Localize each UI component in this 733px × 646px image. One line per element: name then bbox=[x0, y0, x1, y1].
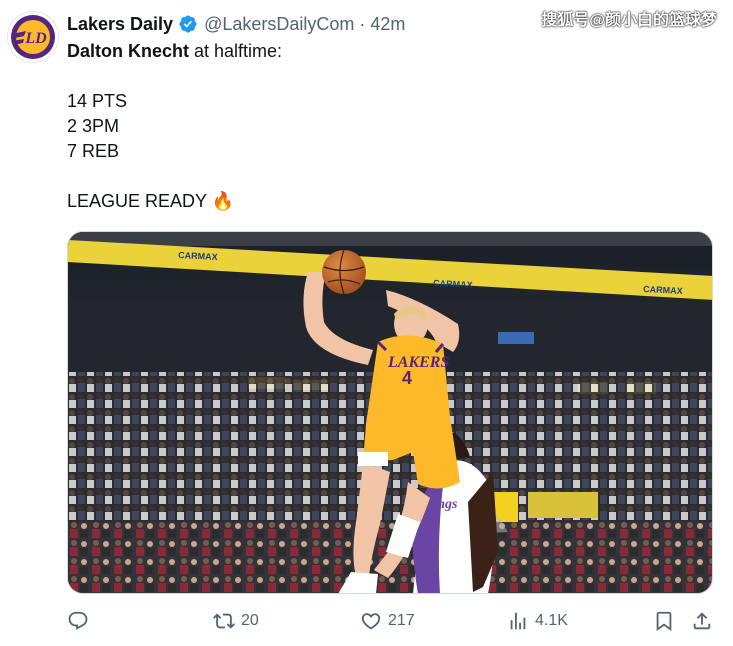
stat-line: 14 PTS bbox=[67, 91, 128, 111]
lakers-daily-logo: LD bbox=[11, 15, 55, 59]
retweet-button[interactable]: 20 bbox=[213, 606, 259, 636]
reply-button[interactable] bbox=[67, 606, 95, 636]
svg-text:LD: LD bbox=[24, 30, 47, 47]
tweet-header: Lakers Daily @LakersDailyCom · 42m bbox=[67, 12, 405, 36]
share-icon bbox=[693, 612, 711, 630]
verified-badge-icon[interactable] bbox=[178, 14, 198, 34]
banner-brand: CARMAX bbox=[643, 284, 683, 296]
banner-brand: CARMAX bbox=[178, 250, 218, 262]
stat-line: 7 REB bbox=[67, 141, 120, 161]
avatar[interactable]: LD bbox=[8, 12, 58, 62]
like-count: 217 bbox=[388, 612, 415, 629]
game-photo: CARMAX CARMAX CARMAX Kings LAKERS 4 bbox=[68, 232, 712, 593]
bookmark-icon bbox=[656, 611, 672, 632]
analytics-icon bbox=[510, 612, 526, 630]
intro-rest: at halftime: bbox=[189, 41, 283, 61]
view-count: 4.1K bbox=[535, 612, 568, 629]
tweet-text: Dalton Knecht at halftime: 14 PTS 2 3PM … bbox=[67, 39, 667, 214]
player-name: Dalton Knecht bbox=[67, 41, 190, 61]
action-bar: 20 217 4.1K bbox=[67, 606, 713, 636]
jersey-number-text: 4 bbox=[402, 368, 412, 388]
retweet-count: 20 bbox=[241, 612, 259, 629]
closing-line: LEAGUE READY 🔥 bbox=[67, 191, 235, 211]
timestamp[interactable]: 42m bbox=[370, 14, 405, 35]
line-break bbox=[67, 64, 667, 89]
jersey-team-text: LAKERS bbox=[387, 354, 449, 371]
reply-icon bbox=[68, 611, 88, 630]
heart-icon bbox=[361, 613, 381, 630]
views-button[interactable]: 4.1K bbox=[507, 606, 568, 636]
stat-line: 2 3PM bbox=[67, 116, 120, 136]
tweet-intro: Dalton Knecht at halftime: bbox=[67, 39, 667, 64]
banner-brand: CARMAX bbox=[433, 278, 473, 290]
bookmark-button[interactable] bbox=[653, 606, 675, 636]
share-button[interactable] bbox=[691, 606, 713, 636]
tweet-photo[interactable]: CARMAX CARMAX CARMAX Kings LAKERS 4 bbox=[67, 231, 713, 594]
retweet-icon bbox=[213, 613, 235, 629]
author-name[interactable]: Lakers Daily bbox=[67, 14, 173, 35]
like-button[interactable]: 217 bbox=[360, 606, 415, 636]
watermark: 搜狐号@颜小白的篮球梦 bbox=[541, 12, 717, 29]
author-handle[interactable]: @LakersDailyCom bbox=[204, 14, 354, 35]
line-break bbox=[67, 164, 667, 189]
separator-dot: · bbox=[359, 13, 366, 34]
